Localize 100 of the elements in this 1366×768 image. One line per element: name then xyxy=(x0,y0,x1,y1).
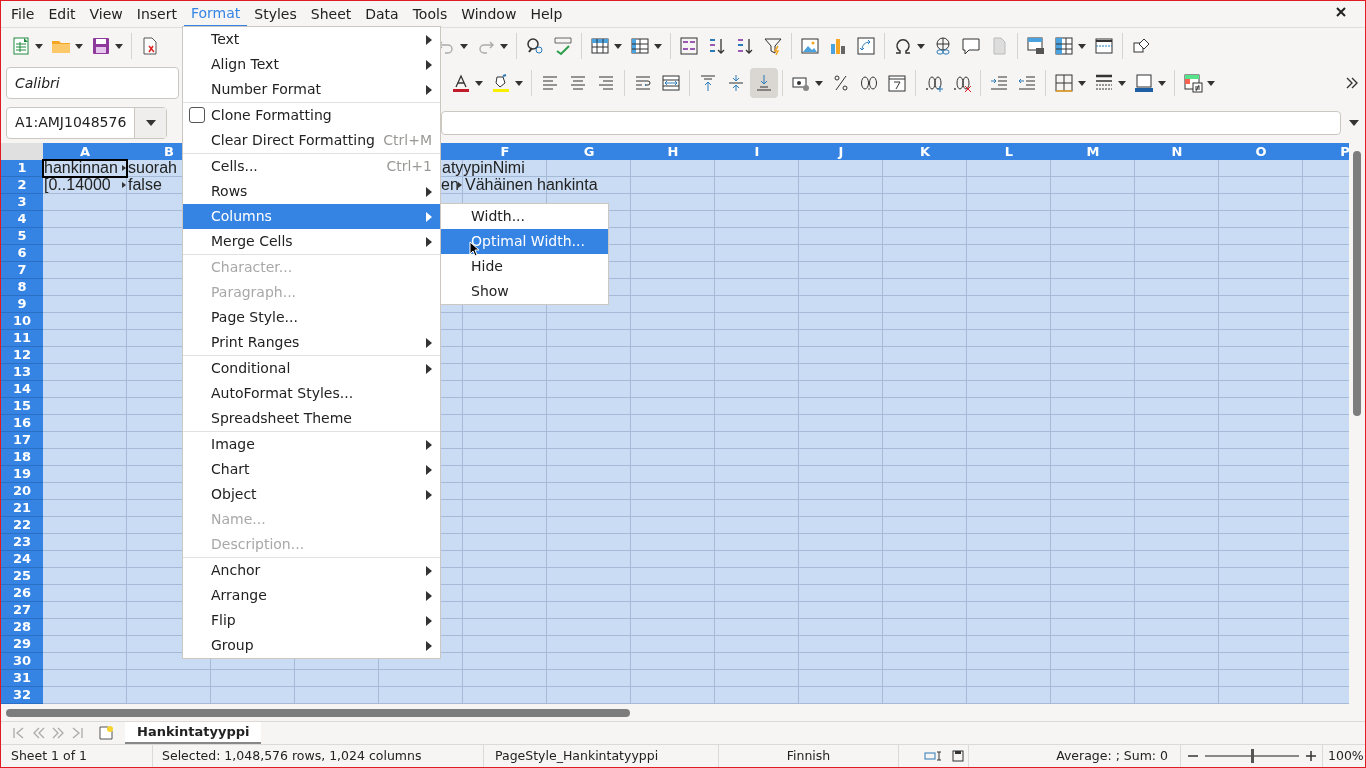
menu-entry[interactable]: Flip xyxy=(183,608,440,633)
bar-chart-icon xyxy=(828,36,848,57)
row-header[interactable]: 1 xyxy=(1,159,43,177)
caret-icon[interactable] xyxy=(815,80,823,86)
comment-icon xyxy=(961,36,981,57)
menu-item[interactable]: Styles xyxy=(247,1,304,27)
status-text: Sheet 1 of 1 xyxy=(1,745,153,767)
menu-item[interactable]: View xyxy=(82,1,130,27)
menu-item[interactable]: File xyxy=(4,1,42,27)
align-top-icon xyxy=(698,73,718,94)
menu-item[interactable]: Insert xyxy=(129,1,184,27)
menu-entry[interactable]: Show xyxy=(441,279,608,304)
column-header[interactable]: F xyxy=(463,142,547,160)
menu-entry[interactable]: Page Style... xyxy=(183,305,440,330)
image-icon xyxy=(800,36,820,57)
borders-icon xyxy=(1054,73,1074,94)
menu-entry[interactable]: Align Text xyxy=(183,52,440,77)
caret-icon[interactable] xyxy=(1207,80,1215,86)
table-columns-icon xyxy=(630,36,650,57)
caret-icon[interactable] xyxy=(1158,80,1166,86)
caret-icon[interactable] xyxy=(1078,80,1086,86)
font-name-field[interactable]: Calibri xyxy=(6,67,179,100)
caret-icon[interactable] xyxy=(654,43,662,49)
zoom-slider-thumb[interactable] xyxy=(1251,749,1254,764)
caret-icon[interactable] xyxy=(75,43,83,49)
menu-entry[interactable]: Clone Formatting xyxy=(183,103,440,128)
menu-entry[interactable]: Chart xyxy=(183,457,440,482)
shortcut-text: Ctrl+1 xyxy=(386,157,432,176)
shortcut-text: Ctrl+M xyxy=(383,131,432,150)
menu-item[interactable]: Help xyxy=(523,1,570,27)
menu-entry[interactable]: Arrange xyxy=(183,583,440,608)
expand-icon[interactable] xyxy=(1347,119,1361,126)
menu-entry[interactable]: Optimal Width... xyxy=(441,229,608,254)
column-header[interactable]: O xyxy=(1219,142,1303,160)
column-header[interactable]: M xyxy=(1051,142,1135,160)
checkbox[interactable] xyxy=(189,107,205,123)
status-text: Finnish xyxy=(719,745,899,767)
menu-item[interactable]: Tools xyxy=(405,1,455,27)
border-color-icon xyxy=(1134,73,1154,94)
menu-entry[interactable]: Rows xyxy=(183,179,440,204)
column-header[interactable]: L xyxy=(967,142,1051,160)
zoom-slider[interactable] xyxy=(1205,749,1299,764)
print-area-icon xyxy=(1026,36,1046,57)
menu-entry[interactable]: Cells... Ctrl+1 xyxy=(183,154,440,179)
menu-entry[interactable]: Width... xyxy=(441,204,608,229)
name-box[interactable]: A1:AMJ1048576 xyxy=(6,106,167,139)
sheet-tab[interactable]: Hankintatyyppi xyxy=(125,721,262,744)
conditional-format-icon xyxy=(1183,73,1203,94)
menu-entry[interactable]: Conditional xyxy=(183,356,440,381)
menu-item[interactable]: Edit xyxy=(41,1,83,27)
spellcheck-icon xyxy=(553,36,573,57)
caret-icon[interactable] xyxy=(917,43,925,49)
column-header[interactable]: K xyxy=(883,142,967,160)
column-header[interactable]: G xyxy=(547,142,631,160)
menu-entry[interactable]: Print Ranges xyxy=(183,330,440,355)
caret-icon[interactable] xyxy=(115,43,123,49)
status-text: Selected: 1,048,576 rows, 1,024 columns xyxy=(153,745,484,767)
menu-entry[interactable]: Object xyxy=(183,482,440,507)
caret-icon[interactable] xyxy=(1118,80,1126,86)
status-text: Average: ; Sum: 0 xyxy=(969,745,1181,767)
caret-icon[interactable] xyxy=(515,80,523,86)
column-header[interactable]: I xyxy=(715,142,799,160)
menu-entry[interactable]: Group xyxy=(183,633,440,658)
sort-icon xyxy=(679,36,699,57)
column-header[interactable]: P xyxy=(1303,142,1349,160)
caret-icon[interactable] xyxy=(475,80,483,86)
zoom-in-icon[interactable] xyxy=(1306,751,1316,762)
align-bottom-tool[interactable] xyxy=(750,68,778,99)
zoom-percent[interactable]: 100% xyxy=(1322,745,1364,767)
cell-text: en xyxy=(441,175,459,194)
formula-input-field[interactable] xyxy=(441,110,1341,135)
caret-icon[interactable] xyxy=(614,43,622,49)
caret-icon[interactable] xyxy=(500,43,508,49)
table-rows-icon xyxy=(590,36,610,57)
column-header[interactable]: H xyxy=(631,142,715,160)
menu-entry[interactable]: Spreadsheet Theme xyxy=(183,406,440,431)
menu-entry[interactable]: Merge Cells xyxy=(183,229,440,254)
caret-icon[interactable] xyxy=(35,43,43,49)
menu-entry[interactable]: Number Format xyxy=(183,77,440,102)
column-header[interactable]: N xyxy=(1135,142,1219,160)
omega-icon xyxy=(893,36,913,57)
menu-item[interactable]: Sheet xyxy=(303,1,359,27)
menu-entry[interactable]: Columns xyxy=(183,204,440,229)
menu-entry[interactable]: Anchor xyxy=(183,558,440,583)
menu-entry[interactable]: Clear Direct Formatting Ctrl+M xyxy=(183,128,440,153)
more-tools-icon[interactable] xyxy=(1345,76,1359,91)
calendar-icon xyxy=(887,73,907,94)
column-header[interactable]: J xyxy=(799,142,883,160)
cell-text: Vähäinen hankinta xyxy=(465,175,598,194)
menu-entry[interactable]: AutoFormat Styles... xyxy=(183,381,440,406)
menu-entry[interactable]: Image xyxy=(183,432,440,457)
close-icon[interactable] xyxy=(1335,6,1347,18)
highlight-icon xyxy=(491,73,511,94)
column-header[interactable]: A xyxy=(43,142,127,160)
menu-entry[interactable]: Text xyxy=(183,27,440,52)
menu-entry[interactable]: Hide xyxy=(441,254,608,279)
menu-item[interactable]: Data xyxy=(358,1,406,27)
caret-icon[interactable] xyxy=(1078,43,1086,49)
caret-icon[interactable] xyxy=(460,43,468,49)
menu-item[interactable]: Window xyxy=(454,1,524,27)
